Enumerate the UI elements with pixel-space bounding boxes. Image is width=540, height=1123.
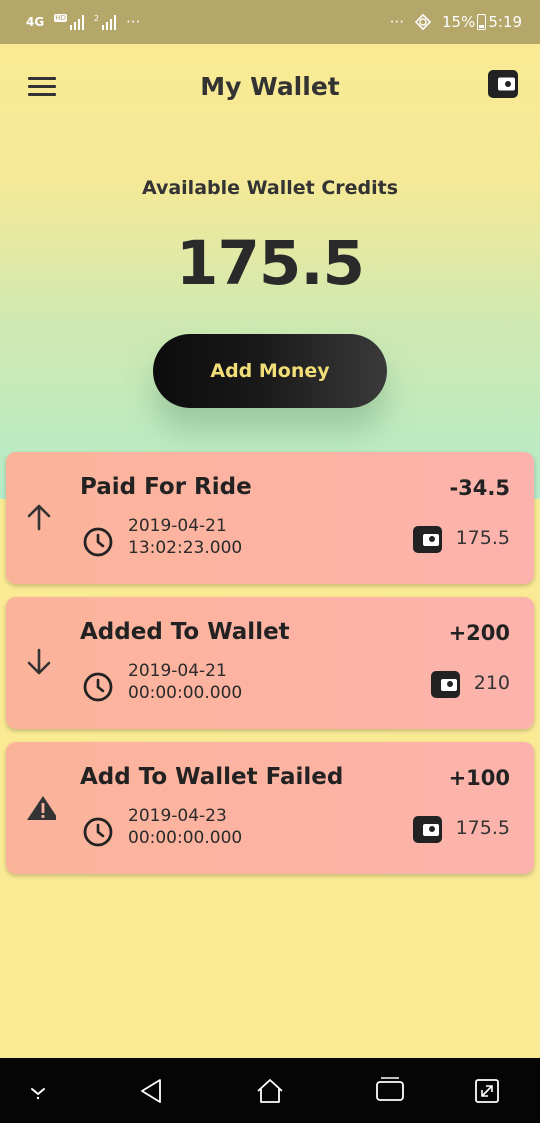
status-left: 4G HD 2 ··· bbox=[26, 13, 140, 31]
transaction-balance: 210 bbox=[473, 672, 510, 694]
wallet-icon bbox=[488, 70, 518, 98]
credits-value: 175.5 bbox=[176, 228, 365, 299]
credits-label: Available Wallet Credits bbox=[141, 177, 399, 199]
battery-icon bbox=[477, 14, 487, 30]
transaction-time: 00:00:00.000 bbox=[128, 683, 243, 703]
transaction-balance: 175.5 bbox=[455, 527, 510, 549]
screenshot-icon[interactable] bbox=[470, 1074, 504, 1108]
signal-icon-2: 2 bbox=[94, 14, 116, 30]
battery-percent: 15% bbox=[441, 13, 476, 31]
clock-icon bbox=[83, 672, 113, 702]
transaction-balance: 175.5 bbox=[455, 817, 510, 839]
signal-icon: HD bbox=[54, 14, 84, 30]
wallet-icon bbox=[431, 671, 460, 698]
status-right: ··· 15% 5:19 bbox=[390, 13, 522, 31]
transaction-title: Add To Wallet Failed bbox=[80, 764, 344, 790]
clock-icon bbox=[83, 527, 113, 557]
app-bar: My Wallet bbox=[0, 44, 540, 128]
transaction-date: 2019-04-23 bbox=[128, 806, 227, 826]
transaction-amount: -34.5 bbox=[449, 476, 510, 500]
transaction-card[interactable]: Added To Wallet +200 2019-04-21 00:00:00… bbox=[6, 597, 534, 729]
transaction-title: Added To Wallet bbox=[80, 619, 290, 645]
transaction-datetime: 2019-04-21 00:00:00.000 bbox=[128, 660, 242, 704]
transaction-time: 13:02:23.000 bbox=[128, 538, 243, 558]
transaction-title: Paid For Ride bbox=[80, 474, 252, 500]
header-wallet-button[interactable] bbox=[488, 70, 518, 102]
transaction-amount: +100 bbox=[448, 766, 510, 790]
transaction-date: 2019-04-21 bbox=[128, 661, 227, 681]
add-money-button[interactable]: Add Money bbox=[153, 334, 387, 408]
transaction-datetime: 2019-04-21 13:02:23.000 bbox=[128, 515, 242, 559]
transaction-datetime: 2019-04-23 00:00:00.000 bbox=[128, 805, 242, 849]
system-nav-bar bbox=[0, 1058, 540, 1123]
wallet-icon bbox=[413, 526, 442, 553]
wallet-icon bbox=[413, 816, 442, 843]
hamburger-menu-icon[interactable] bbox=[28, 77, 56, 97]
transaction-time: 00:00:00.000 bbox=[128, 828, 243, 848]
sim-badge: HD bbox=[54, 14, 67, 22]
warning-icon bbox=[27, 796, 56, 820]
transaction-card[interactable]: Add To Wallet Failed +100 2019-04-23 00:… bbox=[6, 742, 534, 874]
arrow-up-icon bbox=[27, 504, 51, 531]
more-status: ··· bbox=[389, 13, 404, 31]
recents-icon[interactable] bbox=[373, 1074, 407, 1108]
transaction-amount: +200 bbox=[448, 621, 510, 645]
arrow-down-icon bbox=[27, 648, 51, 675]
back-icon[interactable] bbox=[134, 1074, 168, 1108]
chevron-down-icon[interactable] bbox=[21, 1074, 55, 1108]
transaction-card[interactable]: Paid For Ride -34.5 2019-04-21 13:02:23.… bbox=[6, 452, 534, 584]
clock-icon bbox=[83, 817, 113, 847]
home-icon[interactable] bbox=[253, 1074, 287, 1108]
page-title: My Wallet bbox=[200, 71, 340, 101]
rotate-icon bbox=[414, 13, 432, 31]
more-notifications: ··· bbox=[125, 13, 141, 31]
transaction-date: 2019-04-21 bbox=[128, 516, 227, 536]
network-type: 4G bbox=[26, 15, 45, 29]
clock-time: 5:19 bbox=[488, 13, 522, 31]
status-bar: 4G HD 2 ··· ··· 15% 5:19 bbox=[0, 0, 540, 44]
sim2-label: 2 bbox=[93, 14, 99, 23]
